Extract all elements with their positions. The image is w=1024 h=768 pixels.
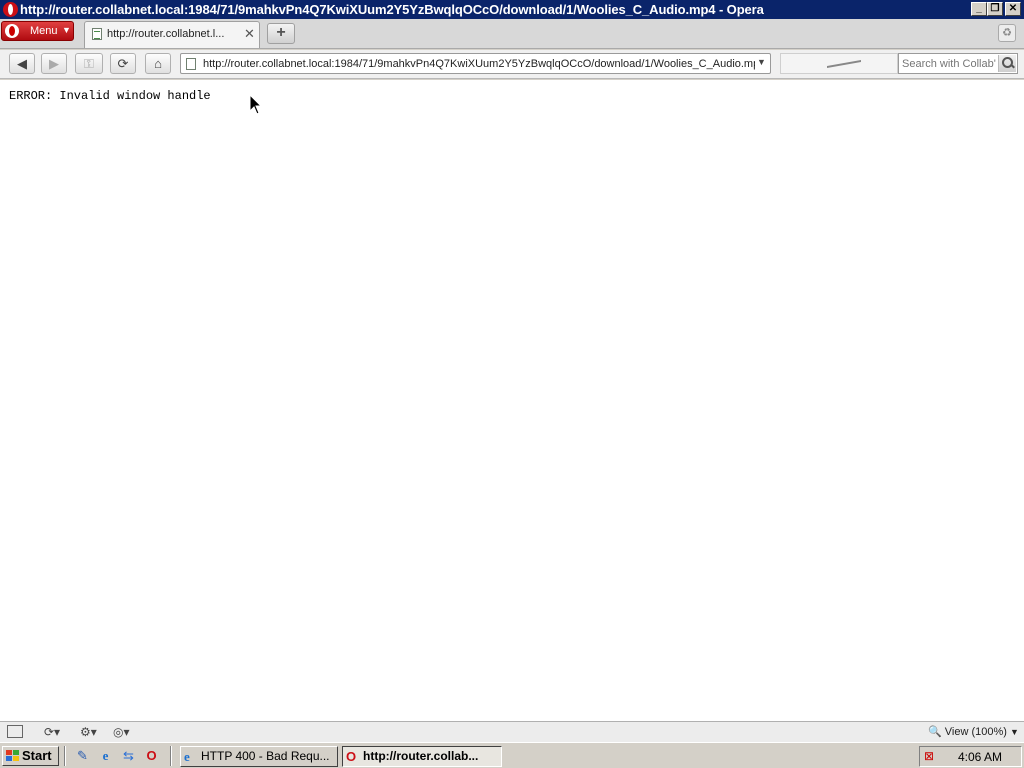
forward-button[interactable]: ▶ — [41, 53, 67, 74]
address-input[interactable] — [203, 56, 755, 71]
system-tray: ⊠ 4:06 AM — [919, 746, 1022, 767]
turbo-icon[interactable]: ◎▾ — [113, 725, 130, 739]
menu-label: Menu — [30, 25, 58, 37]
page-content: ERROR: Invalid window handle — [0, 80, 1024, 721]
start-button[interactable]: Start — [2, 746, 59, 766]
arrow-right-icon: ▶ — [49, 56, 59, 71]
home-icon: ⌂ — [154, 56, 162, 71]
tab-bar: Menu ▼ http://router.collabnet.l... ✕ + … — [0, 19, 1024, 49]
close-window-button[interactable]: ✕ — [1005, 2, 1021, 16]
internet-explorer-icon[interactable]: e — [97, 747, 114, 764]
speed-graphic — [827, 60, 861, 74]
network-status-icon[interactable]: ⊠ — [924, 749, 940, 764]
speed-dial-area — [780, 53, 898, 74]
unite-icon[interactable]: ⚙▾ — [80, 725, 97, 739]
taskbar-separator — [170, 746, 172, 766]
page-icon — [186, 58, 196, 70]
zoom-label: View (100%) — [944, 726, 1007, 738]
status-bar: ⟳▾ ⚙▾ ◎▾ 🔍 View (100%) ▼ — [0, 721, 1024, 742]
task-label: http://router.collab... — [363, 749, 479, 763]
restore-button[interactable]: ❐ — [987, 2, 1003, 16]
network-icon[interactable]: ⇆ — [120, 747, 137, 764]
chevron-down-icon[interactable]: ▼ — [757, 57, 766, 67]
opera-menu-button[interactable]: Menu ▼ — [1, 21, 74, 41]
internet-explorer-icon: e — [184, 749, 190, 764]
page-icon — [92, 28, 102, 40]
reload-icon: ⟳ — [117, 56, 129, 71]
clock[interactable]: 4:06 AM — [958, 750, 1002, 764]
taskbar-item-http-400[interactable]: e HTTP 400 - Bad Requ... — [180, 746, 338, 767]
chevron-down-icon: ▼ — [62, 25, 71, 35]
opera-launch-icon[interactable]: O — [143, 747, 160, 764]
sync-icon[interactable]: ⟳▾ — [44, 725, 60, 739]
opera-logo-icon: O — [346, 749, 357, 764]
back-button[interactable]: ◀ — [9, 53, 35, 74]
address-bar[interactable]: ▼ — [180, 53, 771, 74]
magnifier-icon: 🔍 — [928, 726, 942, 738]
search-icon[interactable] — [998, 55, 1016, 72]
window-title: http://router.collabnet.local:1984/71/9m… — [20, 2, 764, 17]
trash-can-icon[interactable]: ♻ — [998, 24, 1016, 42]
key-icon: ⚿ — [84, 56, 94, 71]
search-input[interactable] — [902, 56, 996, 71]
opera-logo-icon — [5, 24, 19, 38]
navigation-bar: ◀ ▶ ⚿ ⟳ ⌂ ▼ — [0, 50, 1024, 79]
tab-label: http://router.collabnet.l... — [107, 28, 225, 40]
close-tab-icon[interactable]: ✕ — [244, 26, 255, 42]
wand-button[interactable]: ⚿ — [75, 53, 103, 74]
show-desktop-icon[interactable]: ✎ — [74, 747, 91, 764]
taskbar-separator — [64, 746, 66, 766]
search-box[interactable] — [898, 53, 1018, 74]
chevron-down-icon: ▼ — [1010, 727, 1019, 737]
zoom-control[interactable]: 🔍 View (100%) ▼ — [928, 725, 1019, 738]
taskbar-item-opera[interactable]: O http://router.collab... — [342, 746, 502, 767]
panel-toggle-icon[interactable] — [7, 725, 23, 738]
opera-logo-icon — [3, 2, 18, 17]
windows-logo-icon — [6, 750, 19, 762]
new-tab-button[interactable]: + — [267, 23, 295, 44]
start-label: Start — [22, 748, 52, 763]
error-message: ERROR: Invalid window handle — [9, 89, 211, 103]
windows-taskbar: Start ✎ e ⇆ O e HTTP 400 - Bad Requ... O… — [0, 742, 1024, 768]
home-button[interactable]: ⌂ — [145, 53, 171, 74]
minimize-button[interactable]: _ — [971, 2, 987, 16]
tab-current-page[interactable]: http://router.collabnet.l... ✕ — [84, 21, 260, 48]
window-titlebar[interactable]: http://router.collabnet.local:1984/71/9m… — [0, 0, 1024, 19]
arrow-left-icon: ◀ — [17, 56, 27, 71]
task-label: HTTP 400 - Bad Requ... — [201, 749, 330, 763]
reload-button[interactable]: ⟳ — [110, 53, 136, 74]
